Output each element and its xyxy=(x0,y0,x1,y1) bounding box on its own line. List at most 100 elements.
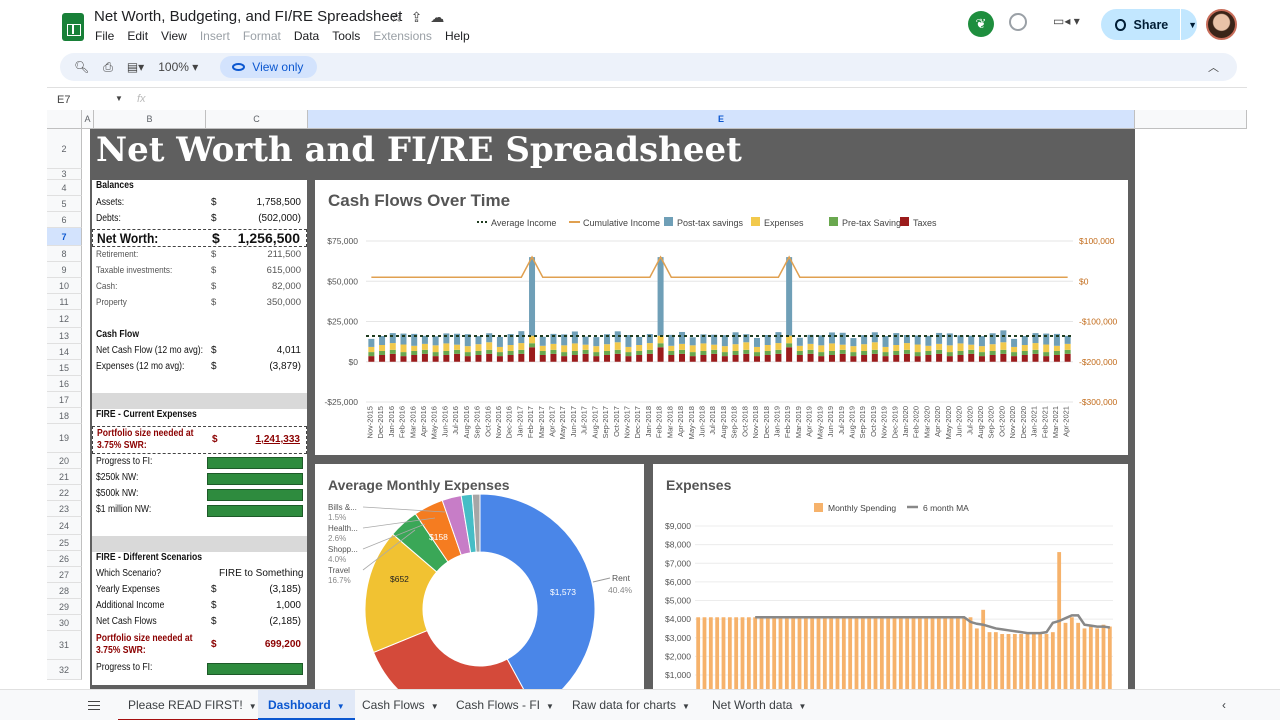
chevron-down-icon[interactable]: ▼ xyxy=(115,94,123,103)
which-scenario-value[interactable]: FIRE to Something xyxy=(219,568,303,579)
chevron-left-icon[interactable]: ‹ xyxy=(1222,690,1226,720)
cash-row[interactable]: Cash: $82,000 xyxy=(92,281,307,297)
menu-item-view[interactable]: View xyxy=(161,29,187,43)
progress-fi-row[interactable]: Progress to FI: xyxy=(92,456,307,472)
taxable-row[interactable]: Taxable investments: $615,000 xyxy=(92,265,307,281)
row-header-24[interactable]: 24 xyxy=(47,517,82,535)
tab-net-worth-data[interactable]: Net Worth data ▼ xyxy=(702,690,816,720)
menu-item-extensions[interactable]: Extensions xyxy=(373,29,432,43)
search-icon[interactable]: 🔍︎ xyxy=(74,60,89,74)
chevron-down-icon[interactable]: ▼ xyxy=(1188,20,1197,30)
tab-cash-flows[interactable]: Cash Flows ▼ xyxy=(352,690,449,720)
progress-fi-row-2[interactable]: Progress to FI: xyxy=(92,662,307,678)
row-header-30[interactable]: 30 xyxy=(47,615,82,631)
row-header-22[interactable]: 22 xyxy=(47,485,82,501)
retirement-row[interactable]: Retirement: $211,500 xyxy=(92,249,307,265)
portfolio-size-row[interactable]: Portfolio size needed at 3.75% SWR: $ 1,… xyxy=(92,426,307,454)
star-icon[interactable]: ☆ xyxy=(390,9,403,26)
net-cash-flows-row[interactable]: Net Cash Flows $ (2,185) xyxy=(92,616,307,632)
corner-cell[interactable] xyxy=(47,110,82,129)
row-header-26[interactable]: 26 xyxy=(47,551,82,567)
row-header-31[interactable]: 31 xyxy=(47,631,82,660)
net-cash-flow-row[interactable]: Net Cash Flow (12 mo avg): $4,011 xyxy=(92,345,307,361)
menu-item-format[interactable]: Format xyxy=(243,29,281,43)
tab-dashboard[interactable]: Dashboard ▼ xyxy=(258,690,355,720)
row-header-23[interactable]: 23 xyxy=(47,501,82,517)
menu-item-edit[interactable]: Edit xyxy=(127,29,148,43)
share-button[interactable]: Share ▼ xyxy=(1101,9,1197,40)
row-header-7[interactable]: 7 xyxy=(47,228,82,246)
chevron-down-icon[interactable]: ▼ xyxy=(546,702,554,711)
menu-item-tools[interactable]: Tools xyxy=(332,29,360,43)
row-header-5[interactable]: 5 xyxy=(47,196,82,212)
menu-item-file[interactable]: File xyxy=(95,29,114,43)
row-header-3[interactable]: 3 xyxy=(47,169,82,180)
which-scenario-row[interactable]: Which Scenario? FIRE to Something xyxy=(92,568,307,584)
name-box[interactable]: E7 xyxy=(57,94,70,106)
tab-raw-data-for-charts[interactable]: Raw data for charts ▼ xyxy=(562,690,700,720)
row-header-21[interactable]: 21 xyxy=(47,469,82,485)
net-worth-row[interactable]: Net Worth: $1,256,500 xyxy=(92,229,307,247)
col-header-b[interactable]: B xyxy=(94,110,206,129)
row-header-17[interactable]: 17 xyxy=(47,392,82,408)
row-header-18[interactable]: 18 xyxy=(47,408,82,424)
expenses-avg-row[interactable]: Expenses (12 mo avg): $ (3,879) xyxy=(92,361,307,377)
row-header-4[interactable]: 4 xyxy=(47,180,82,196)
row-header-2[interactable]: 2 xyxy=(47,129,82,169)
row-header-14[interactable]: 14 xyxy=(47,344,82,360)
sheets-logo-icon[interactable] xyxy=(62,13,84,41)
user-avatar[interactable] xyxy=(1206,9,1237,40)
assets-row[interactable]: Assets: $1,758,500 xyxy=(92,197,307,213)
col-header-e[interactable]: E xyxy=(308,110,1135,129)
row-header-16[interactable]: 16 xyxy=(47,376,82,392)
row-header-32[interactable]: 32 xyxy=(47,660,82,680)
row-header-15[interactable]: 15 xyxy=(47,360,82,376)
row-header-20[interactable]: 20 xyxy=(47,453,82,469)
zoom-select[interactable]: 100% ▾ xyxy=(158,60,198,74)
chevron-down-icon[interactable]: ▼ xyxy=(682,702,690,711)
menu-item-help[interactable]: Help xyxy=(445,29,470,43)
cloud-icon[interactable]: ☁ xyxy=(430,9,444,26)
debts-row[interactable]: Debts: $ (502,000) xyxy=(92,213,307,229)
meet-icon[interactable]: ▭◂ ▾ xyxy=(1053,14,1080,28)
all-sheets-icon[interactable] xyxy=(88,701,100,710)
chevron-down-icon[interactable]: ▼ xyxy=(431,702,439,711)
row-header-25[interactable]: 25 xyxy=(47,535,82,551)
row-header-11[interactable]: 11 xyxy=(47,294,82,310)
portfolio-size-row-2[interactable]: Portfolio size needed at 3.75% SWR: $ 69… xyxy=(92,632,307,660)
row-header-9[interactable]: 9 xyxy=(47,262,82,278)
row-header-12[interactable]: 12 xyxy=(47,310,82,328)
paint-format-icon[interactable]: ▤▾ xyxy=(127,60,144,74)
avg-expenses-chart[interactable]: Average Monthly Expenses $1,573 $652 $158 Re… xyxy=(315,464,644,720)
nw500-row[interactable]: $500k NW: xyxy=(92,488,307,504)
property-row[interactable]: Property $350,000 xyxy=(92,297,307,313)
menu-item-insert[interactable]: Insert xyxy=(200,29,230,43)
cash-flows-chart[interactable]: Cash Flows Over Time Average Income Cumula… xyxy=(315,180,1128,455)
row-header-8[interactable]: 8 xyxy=(47,246,82,262)
tab-cash-flows-fi[interactable]: Cash Flows - FI ▼ xyxy=(446,690,564,720)
nw1m-row[interactable]: $1 million NW: xyxy=(92,504,307,520)
print-icon[interactable]: ⎙ xyxy=(103,60,113,75)
col-header-c[interactable]: C xyxy=(206,110,308,129)
tab-please-read-first[interactable]: Please READ FIRST! ▼ xyxy=(118,690,267,720)
move-icon[interactable]: ⇪ xyxy=(411,9,423,26)
row-header-27[interactable]: 27 xyxy=(47,567,82,583)
doc-title[interactable]: Net Worth, Budgeting, and FI/RE Spreadsh… xyxy=(94,8,402,25)
chevron-down-icon[interactable]: ▼ xyxy=(798,702,806,711)
row-header-10[interactable]: 10 xyxy=(47,278,82,294)
row-header-13[interactable]: 13 xyxy=(47,328,82,344)
col-header-a[interactable]: A xyxy=(82,110,94,129)
menu-item-data[interactable]: Data xyxy=(294,29,319,43)
additional-income-row[interactable]: Additional Income $1,000 xyxy=(92,600,307,616)
row-header-29[interactable]: 29 xyxy=(47,599,82,615)
history-icon[interactable] xyxy=(1009,13,1027,31)
nw250-row[interactable]: $250k NW: xyxy=(92,472,307,488)
view-only-button[interactable]: View only xyxy=(220,56,318,78)
row-header-19[interactable]: 19 xyxy=(47,424,82,453)
col-header-f[interactable] xyxy=(1135,110,1247,129)
row-header-28[interactable]: 28 xyxy=(47,583,82,599)
chevron-down-icon[interactable]: ▼ xyxy=(337,702,345,711)
row-header-6[interactable]: 6 xyxy=(47,212,82,228)
chevron-down-icon[interactable]: ▼ xyxy=(249,702,257,711)
collaborator-avatar[interactable]: ❦ xyxy=(968,11,994,37)
